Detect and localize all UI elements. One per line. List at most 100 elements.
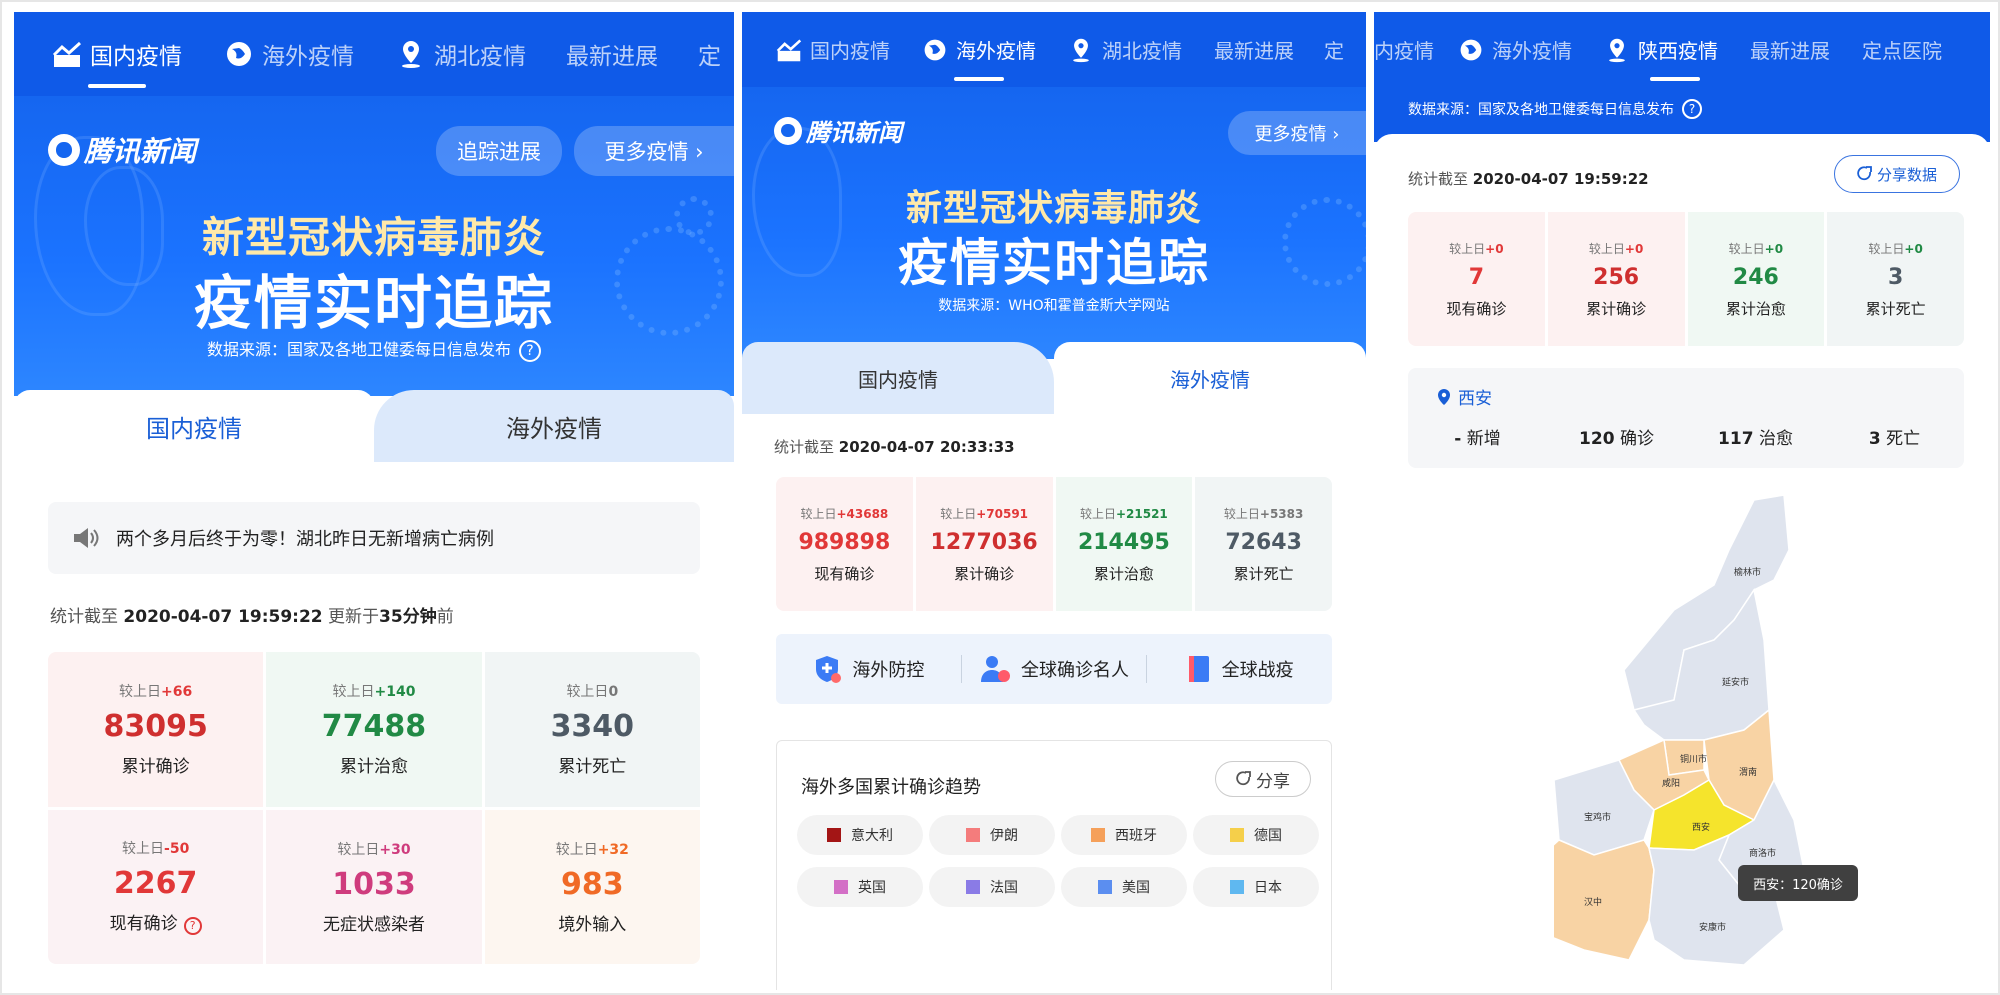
city-confirmed: 120 确诊 <box>1579 429 1654 449</box>
map-label-hanzhong: 汉中 <box>1584 896 1602 908</box>
nav-tab-overseas[interactable]: 海外疫情 <box>224 12 354 96</box>
stat-current-confirmed[interactable]: 较上日+0 7 现有确诊 <box>1408 212 1545 346</box>
legend-label: 德国 <box>1254 828 1282 844</box>
stat-current-confirmed[interactable]: 较上日-50 2267 现有确诊? <box>48 809 264 964</box>
legend-label: 西班牙 <box>1115 828 1157 844</box>
stat-imported[interactable]: 较上日+32 983 境外输入 <box>484 809 700 964</box>
stat-cumulative-dead[interactable]: 较上日+5383 72643 累计死亡 <box>1195 477 1332 611</box>
nav-tab-latest[interactable]: 最新进展 <box>566 12 658 96</box>
stat-cumulative-cured[interactable]: 较上日+21521 214495 累计治愈 <box>1055 477 1193 611</box>
tab-overseas[interactable]: 海外疫情 <box>374 390 734 462</box>
quick-link-celebrities[interactable]: 全球确诊名人 <box>962 654 1147 684</box>
top-nav: 国内疫情 海外疫情 湖北疫情 最新进展 定 <box>742 12 1366 87</box>
panel-shaanxi: 内疫情 海外疫情 陕西疫情 最新进展 定点医院 数据来源：国家及各地卫健委每日信… <box>1374 12 1990 990</box>
legend-item[interactable]: 意大利 <box>797 815 923 855</box>
nav-active-indicator <box>1649 77 1700 81</box>
map-label-xian: 西安 <box>1692 821 1710 833</box>
legend-item[interactable]: 德国 <box>1193 815 1319 855</box>
location-pin-icon <box>1438 388 1450 405</box>
tab-domestic[interactable]: 国内疫情 <box>742 342 1054 414</box>
nav-tab-shaanxi[interactable]: 陕西疫情 <box>1604 12 1718 87</box>
top-nav: 内疫情 海外疫情 陕西疫情 最新进展 定点医院 数据来源：国家及各地卫健委每日信… <box>1374 12 1990 142</box>
city-name: 西安 <box>1436 384 1492 409</box>
legend-item[interactable]: 法国 <box>929 867 1055 907</box>
hero-subtitle: 疫情实时追踪 <box>193 269 554 337</box>
help-icon[interactable]: ? <box>183 917 202 936</box>
nav-tab-latest[interactable]: 最新进展 <box>1214 12 1294 87</box>
share-icon <box>1857 166 1872 181</box>
map-tooltip: 西安：120确诊 <box>1738 865 1858 901</box>
news-notice[interactable]: 两个多月后终于为零！湖北昨日无新增病亡病例 <box>48 502 700 574</box>
nav-tab-hubei[interactable]: 湖北疫情 <box>396 12 526 96</box>
nav-label: 最新进展 <box>1214 39 1294 63</box>
help-icon[interactable]: ? <box>1682 99 1702 119</box>
legend-swatch <box>1098 880 1112 894</box>
legend-item[interactable]: 英国 <box>797 867 923 907</box>
stat-cumulative-cured[interactable]: 较上日+140 77488 累计治愈 <box>266 652 482 807</box>
tab-domestic[interactable]: 国内疫情 <box>14 390 374 462</box>
panel-domestic: 国内疫情 海外疫情 湖北疫情 最新进展 定 腾讯新闻 追踪进展 更多疫情 › 新… <box>14 12 734 990</box>
book-icon <box>1188 656 1209 682</box>
nav-active-indicator <box>88 84 146 88</box>
data-source: 数据来源：WHO和霍普金斯大学网站 <box>938 298 1170 314</box>
stat-cumulative-confirmed[interactable]: 较上日+0 256 累计确诊 <box>1547 212 1685 346</box>
map-label-shangluo: 商洛市 <box>1749 847 1776 859</box>
quick-link-overseas-control[interactable]: 海外防控 <box>776 654 961 684</box>
trend-card: 海外多国累计确诊趋势 分享 意大利 伊朗 西班牙 德国 英国 法国 美国 日本 <box>776 740 1332 990</box>
stat-cumulative-confirmed[interactable]: 较上日+66 83095 累计确诊 <box>48 652 264 807</box>
region-tabs: 国内疫情 海外疫情 <box>742 342 1366 414</box>
top-nav: 国内疫情 海外疫情 湖北疫情 最新进展 定 <box>14 12 734 96</box>
nav-tab-hospital[interactable]: 定 <box>698 12 721 96</box>
city-summary[interactable]: 西安 - 新增 120 确诊 117 治愈 3 死亡 <box>1408 368 1964 468</box>
legend-item[interactable]: 西班牙 <box>1061 815 1187 855</box>
legend-swatch <box>827 828 841 842</box>
share-data-button[interactable]: 分享数据 <box>1834 155 1960 193</box>
map-label-xianyang: 咸阳 <box>1662 777 1680 789</box>
nav-tab-domestic[interactable]: 国内疫情 <box>52 12 182 96</box>
location-pin-icon <box>402 41 420 68</box>
nav-tab-domestic[interactable]: 国内疫情 <box>776 12 890 87</box>
quick-link-global-fight[interactable]: 全球战疫 <box>1147 654 1332 684</box>
nav-tab-domestic[interactable]: 内疫情 <box>1374 12 1434 87</box>
city-new: - 新增 <box>1454 429 1501 449</box>
map-region-hanzhong[interactable] <box>1554 839 1655 961</box>
tencent-news-logo: 腾讯新闻 <box>774 113 902 148</box>
share-button[interactable]: 分享 <box>1215 761 1311 797</box>
hero-banner: 腾讯新闻 更多疫情 › 新型冠状病毒肺炎 疫情实时追踪 数据来源：WHO和霍普金… <box>742 87 1366 359</box>
stat-cumulative-dead[interactable]: 较上日0 3340 累计死亡 <box>484 652 700 807</box>
data-source: 数据来源：国家及各地卫健委每日信息发布 ? <box>1408 89 1990 129</box>
more-epidemic-button[interactable]: 更多疫情 › <box>574 126 734 176</box>
stat-current-confirmed[interactable]: 较上日+43688 989898 现有确诊 <box>776 477 913 611</box>
globe-icon <box>1460 39 1482 60</box>
stat-cumulative-cured[interactable]: 较上日+0 246 累计治愈 <box>1687 212 1825 346</box>
person-star-icon <box>981 656 1010 682</box>
stat-cumulative-dead[interactable]: 较上日+0 3 累计死亡 <box>1827 212 1964 346</box>
stat-asymptomatic[interactable]: 较上日+30 1033 无症状感染者 <box>266 809 482 964</box>
nav-tab-hospital[interactable]: 定点医院 <box>1862 12 1942 87</box>
legend-label: 英国 <box>858 880 886 896</box>
more-epidemic-button[interactable]: 更多疫情 › <box>1228 111 1366 155</box>
update-stamp: 统计截至 2020-04-07 19:59:22 更新于35分钟前 <box>50 607 454 627</box>
city-cured: 117 治愈 <box>1718 429 1793 449</box>
city-dead: 3 死亡 <box>1868 429 1921 449</box>
nav-label: 湖北疫情 <box>434 44 526 70</box>
legend-item[interactable]: 美国 <box>1061 867 1187 907</box>
legend-item[interactable]: 日本 <box>1193 867 1319 907</box>
help-icon[interactable]: ? <box>519 339 541 362</box>
domestic-stats: 较上日+66 83095 累计确诊 较上日+140 77488 累计治愈 较上日… <box>48 652 700 964</box>
stat-cumulative-confirmed[interactable]: 较上日+70591 1277036 累计确诊 <box>915 477 1053 611</box>
data-source: 数据来源：国家及各地卫健委每日信息发布? <box>14 336 734 362</box>
location-pin-icon <box>1073 38 1089 62</box>
track-progress-button[interactable]: 追踪进展 <box>436 126 562 176</box>
nav-tab-overseas[interactable]: 海外疫情 <box>1458 12 1572 87</box>
nav-tab-latest[interactable]: 最新进展 <box>1750 12 1830 87</box>
tab-overseas[interactable]: 海外疫情 <box>1054 342 1366 414</box>
legend-label: 法国 <box>990 880 1018 896</box>
nav-label: 湖北疫情 <box>1102 39 1182 63</box>
nav-tab-hubei[interactable]: 湖北疫情 <box>1068 12 1182 87</box>
nav-tab-overseas[interactable]: 海外疫情 <box>922 12 1036 87</box>
legend-swatch <box>834 880 848 894</box>
nav-tab-hospital[interactable]: 定 <box>1324 12 1344 87</box>
map-label-yanan: 延安市 <box>1722 676 1749 688</box>
legend-item[interactable]: 伊朗 <box>929 815 1055 855</box>
